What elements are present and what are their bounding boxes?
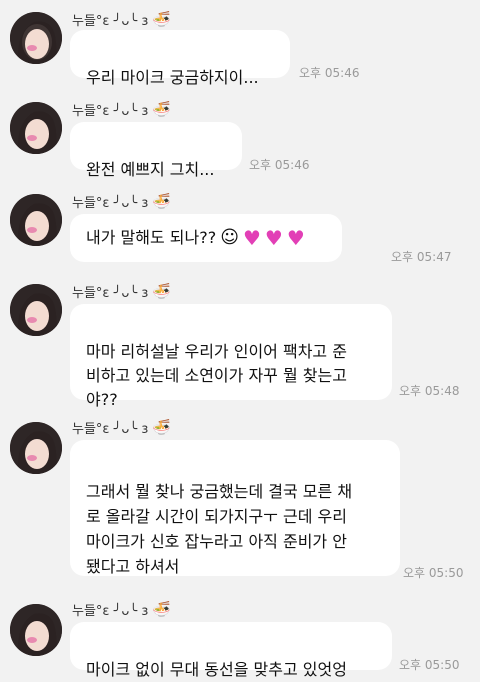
sender-name-text: 누들°ɛ ╯ᴗ╰ ɜ <box>72 104 149 119</box>
sender-name-text: 누들°ɛ ╯ᴗ╰ ɜ <box>72 14 149 29</box>
message-time: 오후 05:50 <box>399 658 460 672</box>
message-bubble[interactable]: 내가 말해도 되나?? ☺ ♥♥♥ <box>70 214 342 262</box>
noodle-bowl-icon: 🍜 <box>152 418 171 436</box>
sender-name-text: 누들°ɛ ╯ᴗ╰ ɜ <box>72 422 149 437</box>
purple-heart-icons: ♥♥♥ <box>242 226 309 250</box>
avatar[interactable] <box>10 12 62 64</box>
sender-name-text: 누들°ɛ ╯ᴗ╰ ɜ <box>72 604 149 619</box>
sender-name: 누들°ɛ ╯ᴗ╰ ɜ 🍜 <box>72 282 171 302</box>
message-time: 오후 05:48 <box>399 384 460 398</box>
message-text: 우리 마이크 궁금하지이... <box>86 68 259 87</box>
sender-name: 누들°ɛ ╯ᴗ╰ ɜ 🍜 <box>72 100 171 120</box>
avatar[interactable] <box>10 102 62 154</box>
message-text: 마이크 없이 무대 동선을 맞추고 있엇엉 <box>86 660 347 679</box>
message-text: 완전 예쁘지 그치... <box>86 160 215 179</box>
message-time: 오후 05:47 <box>391 250 452 264</box>
message-text: 마마 리허설날 우리가 인이어 팩차고 준 비하고 있는데 소연이가 자꾸 뭘 … <box>86 342 347 409</box>
sender-name: 누들°ɛ ╯ᴗ╰ ɜ 🍜 <box>72 10 171 30</box>
avatar[interactable] <box>10 284 62 336</box>
noodle-bowl-icon: 🍜 <box>152 100 171 118</box>
avatar[interactable] <box>10 604 62 656</box>
sender-name: 누들°ɛ ╯ᴗ╰ ɜ 🍜 <box>72 418 171 438</box>
noodle-bowl-icon: 🍜 <box>152 600 171 618</box>
sender-name: 누들°ɛ ╯ᴗ╰ ɜ 🍜 <box>72 600 171 620</box>
noodle-bowl-icon: 🍜 <box>152 10 171 28</box>
avatar[interactable] <box>10 194 62 246</box>
message-time: 오후 05:50 <box>403 566 464 580</box>
sender-name-text: 누들°ɛ ╯ᴗ╰ ɜ <box>72 196 149 211</box>
sender-name: 누들°ɛ ╯ᴗ╰ ɜ 🍜 <box>72 192 171 212</box>
noodle-bowl-icon: 🍜 <box>152 192 171 210</box>
message-time: 오후 05:46 <box>249 158 310 172</box>
sender-name-text: 누들°ɛ ╯ᴗ╰ ɜ <box>72 286 149 301</box>
avatar[interactable] <box>10 422 62 474</box>
message-text: 내가 말해도 되나?? <box>86 228 217 247</box>
message-group: 누들°ɛ ╯ᴗ╰ ɜ 🍜 내가 말해도 되나?? ☺ ♥♥♥ 오후 05:47 <box>0 186 480 268</box>
message-time: 오후 05:46 <box>299 66 360 80</box>
message-text: 그래서 뭘 찾나 궁금했는데 결국 모른 채 로 올라갈 시간이 되가지구ㅜ 근… <box>86 482 353 576</box>
message-group: 누들°ɛ ╯ᴗ╰ ɜ 🍜 완전 예쁘지 그치... 오후 05:46 <box>0 96 480 179</box>
noodle-bowl-icon: 🍜 <box>152 282 171 300</box>
message-group: 누들°ɛ ╯ᴗ╰ ɜ 🍜 우리 마이크 궁금하지이... 오후 05:46 <box>0 8 480 88</box>
message-bubble[interactable]: 마이크 없이 무대 동선을 맞추고 있엇엉 <box>70 622 392 679</box>
message-group: 누들°ɛ ╯ᴗ╰ ɜ 🍜 그래서 뭘 찾나 궁금했는데 결국 모른 채 로 올라… <box>0 414 480 584</box>
smiling-face-icon: ☺ <box>220 227 239 248</box>
message-bubble[interactable]: 마마 리허설날 우리가 인이어 팩차고 준 비하고 있는데 소연이가 자꾸 뭘 … <box>70 304 392 409</box>
message-group: 누들°ɛ ╯ᴗ╰ ɜ 🍜 마마 리허설날 우리가 인이어 팩차고 준 비하고 있… <box>0 276 480 409</box>
message-group: 누들°ɛ ╯ᴗ╰ ɜ 🍜 마이크 없이 무대 동선을 맞추고 있엇엉 오후 05… <box>0 594 480 680</box>
message-bubble[interactable]: 완전 예쁘지 그치... <box>70 122 242 179</box>
message-bubble[interactable]: 우리 마이크 궁금하지이... <box>70 30 290 87</box>
message-bubble[interactable]: 그래서 뭘 찾나 궁금했는데 결국 모른 채 로 올라갈 시간이 되가지구ㅜ 근… <box>70 440 400 576</box>
